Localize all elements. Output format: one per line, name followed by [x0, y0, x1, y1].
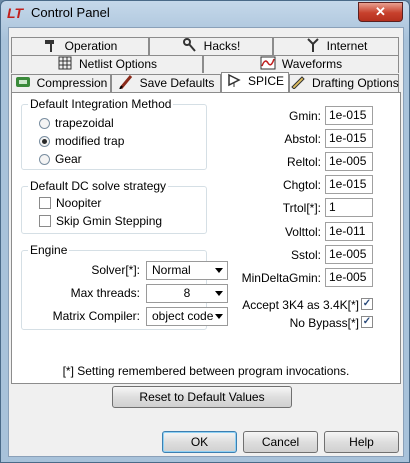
max-threads-value: 8: [183, 286, 191, 300]
drafting-icon: [291, 76, 305, 89]
tab-label: SPICE: [247, 74, 284, 88]
dialog-body: Operation Hacks! Internet Netlist Option…: [8, 27, 404, 457]
tab-label: Hacks!: [203, 39, 241, 53]
mindeltagmin-label: MinDeltaGmin:: [241, 271, 321, 285]
mindeltagmin-input[interactable]: 1e-005: [325, 268, 373, 287]
max-threads-label: Max threads:: [70, 286, 140, 300]
noopiter-checkbox-row[interactable]: Noopiter: [39, 196, 101, 211]
abstol-label: Abstol:: [284, 132, 321, 146]
volttol-input[interactable]: 1e-011: [325, 222, 373, 241]
trtol-label: Trtol[*]:: [282, 201, 321, 215]
radio-modified-trap[interactable]: modified trap: [39, 134, 124, 149]
tab-label: Drafting Options: [312, 76, 399, 90]
trtol-input[interactable]: 1: [325, 198, 373, 217]
abstol-input[interactable]: 1e-015: [325, 129, 373, 148]
tab-label: Netlist Options: [78, 57, 158, 71]
reltol-input[interactable]: 1e-005: [325, 152, 373, 171]
close-button[interactable]: ✕: [358, 2, 403, 22]
chgtol-input[interactable]: 1e-015: [325, 175, 373, 194]
reset-defaults-button[interactable]: Reset to Default Values: [112, 386, 292, 408]
spice-tab-panel: Default Integration Method trapezoidal m…: [11, 92, 401, 384]
control-panel-window: LT Control Panel ✕ Operation Hacks! Inte…: [0, 0, 410, 463]
tab-drafting-options[interactable]: Drafting Options: [289, 74, 399, 92]
radio-gear[interactable]: Gear: [39, 152, 82, 167]
skip-gmin-checkbox-row[interactable]: Skip Gmin Stepping: [39, 214, 162, 229]
tab-compression[interactable]: Compression: [11, 74, 111, 92]
accept-3k4-label: Accept 3K4 as 3.4K[*]: [242, 298, 359, 312]
tab-waveforms[interactable]: Waveforms: [203, 55, 399, 73]
no-bypass-label: No Bypass[*]: [289, 316, 359, 330]
title-bar[interactable]: LT Control Panel ✕: [1, 1, 409, 25]
tab-netlist-options[interactable]: Netlist Options: [11, 55, 203, 73]
tab-label: Save Defaults: [139, 76, 215, 90]
checkbox-label: Skip Gmin Stepping: [56, 214, 163, 228]
sstol-label: Sstol:: [290, 248, 321, 262]
checkbox[interactable]: [39, 197, 51, 209]
radio-trapezoidal[interactable]: trapezoidal: [39, 116, 114, 131]
opamp-icon: [228, 73, 241, 87]
reltol-label: Reltol:: [286, 155, 321, 169]
radio-label: trapezoidal: [55, 116, 114, 130]
tab-hacks[interactable]: Hacks!: [149, 37, 273, 55]
group-title: Default Integration Method: [28, 97, 174, 111]
app-logo-icon: LT: [7, 5, 24, 21]
tab-label: Compression: [36, 76, 108, 90]
ok-button[interactable]: OK: [162, 431, 237, 453]
chevron-down-icon: [215, 291, 223, 296]
tab-internet[interactable]: Internet: [273, 37, 399, 55]
checkbox[interactable]: [39, 215, 51, 227]
solver-value: Normal: [152, 263, 191, 277]
matrix-compiler-label: Matrix Compiler:: [52, 309, 140, 323]
cancel-button[interactable]: Cancel: [243, 431, 318, 453]
remembered-settings-note: [*] Setting remembered between program i…: [62, 364, 350, 378]
radio-button-selected[interactable]: [39, 136, 50, 147]
chevron-down-icon: [215, 268, 223, 273]
tab-operation[interactable]: Operation: [11, 37, 149, 55]
gmin-input[interactable]: 1e-015: [325, 106, 373, 125]
netlist-grid-icon: [58, 56, 72, 70]
radio-label: modified trap: [55, 134, 125, 148]
waveform-icon: [260, 56, 276, 70]
no-bypass-checkbox[interactable]: ✓: [361, 316, 373, 328]
checkbox-label: Noopiter: [56, 196, 102, 210]
group-title: Default DC solve strategy: [28, 179, 169, 193]
pencil-icon: [118, 75, 132, 89]
accept-3k4-checkbox[interactable]: ✓: [361, 298, 373, 310]
radio-button[interactable]: [39, 154, 50, 165]
tab-label: Operation: [64, 39, 118, 53]
group-title: Engine: [28, 243, 70, 257]
solver-select[interactable]: Normal: [146, 261, 228, 280]
wrench-icon: [182, 38, 196, 52]
window-title: Control Panel: [31, 5, 110, 20]
solver-label: Solver[*]:: [91, 263, 140, 277]
chgtol-label: Chgtol:: [282, 178, 321, 192]
gmin-label: Gmin:: [288, 109, 321, 123]
sstol-input[interactable]: 1e-005: [325, 245, 373, 264]
tab-label: Internet: [326, 39, 368, 53]
matrix-compiler-value: object code: [152, 309, 214, 323]
radio-label: Gear: [55, 152, 82, 166]
help-button[interactable]: Help: [324, 431, 399, 453]
compression-icon: [15, 77, 30, 87]
radio-button[interactable]: [39, 118, 50, 129]
tab-save-defaults[interactable]: Save Defaults: [111, 74, 221, 92]
tab-spice[interactable]: SPICE: [221, 72, 289, 92]
hammer-icon: [44, 40, 54, 52]
antenna-icon: [306, 38, 319, 52]
volttol-label: Volttol:: [284, 225, 321, 239]
tab-label: Waveforms: [281, 57, 343, 71]
